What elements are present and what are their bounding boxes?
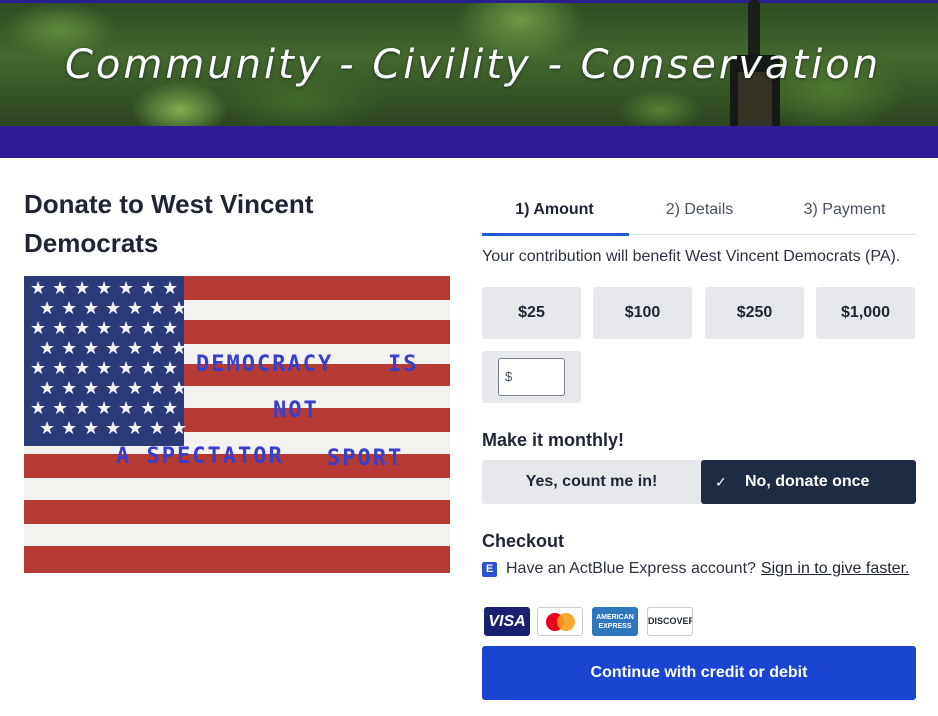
flag-star: ★ [39,418,56,439]
flag-star: ★ [162,358,179,379]
flag-star: ★ [39,378,56,399]
mastercard-icon [537,607,583,636]
flag-star: ★ [140,398,157,419]
flag-star: ★ [105,338,122,359]
express-signin-row: E Have an ActBlue Express account? Sign … [482,560,909,578]
flag-star: ★ [74,358,91,379]
flag-star: ★ [61,298,78,319]
flag-star: ★ [61,418,78,439]
flag-star: ★ [83,298,100,319]
flag-star: ★ [39,298,56,319]
flag-star: ★ [30,278,47,299]
flag-star: ★ [118,278,135,299]
flag-star: ★ [171,418,188,439]
flag-star: ★ [127,418,144,439]
custom-amount-input[interactable]: $ [498,358,565,396]
flag-star: ★ [52,398,69,419]
page-title: Donate to West Vincent Democrats [24,189,314,258]
flag-text: DEMOCRACY [196,352,334,377]
flag-star: ★ [96,398,113,419]
flag-star: ★ [162,318,179,339]
flag-star: ★ [30,358,47,379]
flag-star: ★ [52,278,69,299]
banner-tagline: Community - Civility - Conservation [64,42,882,88]
amount-button-250[interactable]: $250 [705,287,804,339]
express-signin-link[interactable]: Sign in to give faster. [761,560,910,578]
flag-canton: ★ ★ ★ ★ ★ ★ ★ ★ ★ ★ ★ ★ ★ ★ ★ ★ ★ ★ ★ ★ ★ ★ ★ ★ ★ ★ ★ ★ ★ ★ ★ ★ ★ ★ ★ ★ ★ ★ ★ ★… [24,276,188,446]
flag-star: ★ [162,278,179,299]
flag-text: SPORT [327,446,404,471]
flag-star: ★ [83,418,100,439]
express-text: Have an ActBlue Express account? [506,560,756,577]
flag-star: ★ [74,278,91,299]
flag-star: ★ [140,278,157,299]
currency-prefix: $ [505,369,513,384]
flag-star: ★ [96,318,113,339]
flag-star: ★ [127,378,144,399]
monthly-no-label: No, donate once [745,473,870,490]
flag-star: ★ [118,398,135,419]
flag-star: ★ [140,358,157,379]
amount-button-25[interactable]: $25 [482,287,581,339]
flag-star: ★ [30,398,47,419]
flag-star: ★ [39,338,56,359]
amex-icon: AMERICAN EXPRESS [592,607,638,636]
flag-star: ★ [52,358,69,379]
flag-star: ★ [74,318,91,339]
header-banner: Community - Civility - Conservation [0,0,938,126]
flag-star: ★ [74,398,91,419]
checkout-heading: Checkout [482,531,565,551]
check-icon: ✓ [715,474,727,490]
campaign-image: ★ ★ ★ ★ ★ ★ ★ ★ ★ ★ ★ ★ ★ ★ ★ ★ ★ ★ ★ ★ ★ ★ ★ ★ ★ ★ ★ ★ ★ ★ ★ ★ ★ ★ ★ ★ ★ ★ ★ ★… [24,276,450,573]
flag-star: ★ [30,318,47,339]
flag-text: NOT [273,398,319,423]
flag-star: ★ [118,358,135,379]
tab-payment[interactable]: 3) Payment [772,190,917,235]
flag-star: ★ [96,278,113,299]
amount-button-100[interactable]: $100 [593,287,692,339]
flag-star: ★ [127,338,144,359]
monthly-yes-option[interactable]: Yes, count me in! [482,460,701,504]
flag-star: ★ [149,338,166,359]
tab-amount[interactable]: 1) Amount [482,190,629,236]
flag-star: ★ [162,398,179,419]
flag-text: IS [388,352,419,377]
flag-star: ★ [149,378,166,399]
monthly-toggle: Yes, count me in! ✓ No, donate once [482,460,916,504]
step-tabs: 1) Amount 2) Details 3) Payment [482,190,917,236]
monthly-no-option[interactable]: ✓ No, donate once [701,460,916,504]
flag-star: ★ [61,378,78,399]
flag-star: ★ [171,378,188,399]
monthly-heading: Make it monthly! [482,430,625,450]
flag-star: ★ [140,318,157,339]
visa-icon: VISA [484,607,530,636]
actblue-express-icon: E [482,561,497,577]
flag-star: ★ [171,338,188,359]
flag-star: ★ [105,378,122,399]
flag-star: ★ [83,338,100,359]
flag-star: ★ [105,298,122,319]
flag-star: ★ [96,358,113,379]
banner-strip [0,126,938,158]
continue-button[interactable]: Continue with credit or debit [482,646,916,700]
flag-star: ★ [149,418,166,439]
flag-star: ★ [61,338,78,359]
flag-star: ★ [171,298,188,319]
flag-star: ★ [149,298,166,319]
flag-star: ★ [105,418,122,439]
flag-star: ★ [52,318,69,339]
amount-button-1000[interactable]: $1,000 [816,287,915,339]
contribution-benefit-text: Your contribution will benefit West Vinc… [482,248,901,265]
flag-star: ★ [127,298,144,319]
discover-icon: DISCOVER [647,607,693,636]
flag-star: ★ [118,318,135,339]
flag-text: A SPECTATOR [116,444,284,469]
custom-amount-box: $ [482,351,581,403]
tab-details[interactable]: 2) Details [627,190,772,235]
flag-star: ★ [83,378,100,399]
